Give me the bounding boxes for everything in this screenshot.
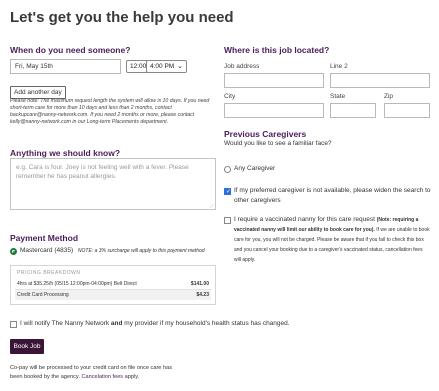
job-address-input[interactable] bbox=[224, 73, 324, 88]
request-length-note: Please note: The maximum request length … bbox=[10, 98, 220, 126]
pricing-row-label: Credit Card Processing bbox=[17, 292, 69, 298]
anything-heading: Anything we should know? bbox=[10, 148, 121, 158]
footnote-line: Co-pay will be processed to your credit … bbox=[10, 365, 172, 371]
copay-footnote: Co-pay will be processed to your credit … bbox=[10, 364, 210, 382]
pricing-row: Credit Card Processing $4.23 bbox=[15, 290, 211, 300]
caregivers-question: Would you like to see a familiar face? bbox=[224, 140, 332, 147]
notify-text: my provider if my household's health sta… bbox=[122, 320, 290, 327]
note-line: short-term care for more than 10 days an… bbox=[10, 105, 172, 111]
textarea-placeholder: remember he has peanut allergies. bbox=[16, 173, 117, 180]
widen-search-label: If my preferred caregiver is not availab… bbox=[234, 186, 434, 206]
pricing-row-label: 4hrs at $35.25/h (05/15 12:00pm-04:00pm)… bbox=[17, 281, 137, 287]
vaccinated-label: I require a vaccinated nanny for this ca… bbox=[234, 215, 436, 265]
book-job-button[interactable]: Book Job bbox=[10, 339, 44, 354]
pricing-row-value: $4.23 bbox=[196, 292, 209, 298]
note-line: backupcare@nanny-network.com. If you nee… bbox=[10, 112, 195, 118]
location-heading: Where is this job located? bbox=[224, 45, 330, 55]
end-time-select[interactable]: 4:00 PM ⌄ bbox=[146, 60, 187, 73]
caregivers-heading: Previous Caregivers bbox=[224, 129, 307, 139]
vacc-text: I require a vaccinated nanny for this ca… bbox=[234, 216, 377, 223]
widen-line: other caregivers bbox=[234, 197, 281, 204]
date-input[interactable]: Fri, May 15th bbox=[10, 59, 121, 74]
pricing-row: 4hrs at $35.25/h (05/15 12:00pm-04:00pm)… bbox=[15, 279, 211, 290]
pricing-breakdown-title: PRICING BREAKDOWN bbox=[17, 270, 81, 276]
notify-and: and bbox=[110, 320, 123, 327]
notes-textarea[interactable]: e.g. Cara is four. Joey is not feeling w… bbox=[10, 158, 216, 210]
line2-label: Line 2 bbox=[330, 63, 348, 70]
resize-handle-icon[interactable]: ⟋ bbox=[210, 204, 214, 210]
vacc-note: (Note: requiring a bbox=[376, 217, 419, 223]
vacc-text: care for you, you will not be charged. P… bbox=[234, 237, 424, 243]
state-label: State bbox=[330, 93, 346, 100]
notify-checkbox[interactable] bbox=[10, 321, 17, 328]
cancelation-fees-link[interactable]: Cancelation fees bbox=[81, 374, 123, 380]
vacc-text: and you cancel your booking due to a car… bbox=[234, 247, 423, 253]
mastercard-radio[interactable] bbox=[10, 248, 17, 255]
end-time-value: 4:00 PM bbox=[150, 63, 175, 70]
mastercard-label: Mastercard (4835) NOTE: a 3% surcharge w… bbox=[20, 246, 205, 256]
city-label: City bbox=[224, 93, 236, 100]
pricing-breakdown: PRICING BREAKDOWN 4hrs at $35.25/h (05/1… bbox=[10, 265, 216, 305]
job-address-label: Job address bbox=[224, 63, 260, 70]
card-label: Mastercard (4835) bbox=[20, 247, 74, 254]
any-caregiver-label: Any Caregiver bbox=[234, 165, 276, 172]
any-caregiver-radio[interactable] bbox=[224, 166, 231, 173]
vacc-note: vaccinated nanny will limit our ability … bbox=[234, 227, 375, 233]
vacc-text: will apply. bbox=[234, 257, 256, 263]
chevron-down-icon: ⌄ bbox=[177, 63, 183, 70]
card-surcharge-note: NOTE: a 3% surcharge will apply to this … bbox=[77, 248, 205, 254]
widen-search-checkbox[interactable] bbox=[224, 188, 231, 195]
zip-label: Zip bbox=[384, 93, 394, 100]
payment-heading: Payment Method bbox=[10, 233, 79, 243]
notify-text: I will notify The Nanny Network bbox=[20, 320, 111, 327]
footnote-line: been booked by the agency. bbox=[10, 374, 82, 380]
vacc-text: If we are unable to book bbox=[374, 227, 430, 233]
note-line: Please note: The maximum request length … bbox=[10, 98, 210, 104]
vaccinated-checkbox[interactable] bbox=[224, 217, 231, 224]
footnote-line: apply. bbox=[123, 374, 140, 380]
note-line: kelly@nanny-network.com in our Long-term… bbox=[10, 119, 169, 125]
city-input[interactable] bbox=[224, 103, 324, 118]
notify-label: I will notify The Nanny Network and my p… bbox=[20, 319, 290, 329]
pricing-row-value: $141.00 bbox=[190, 281, 209, 287]
when-heading: When do you need someone? bbox=[10, 45, 131, 55]
line2-input[interactable] bbox=[330, 73, 430, 88]
textarea-placeholder: e.g. Cara is four. Joey is not feeling w… bbox=[16, 164, 189, 171]
widen-line: If my preferred caregiver is not availab… bbox=[234, 187, 431, 194]
page-title: Let's get you the help you need bbox=[10, 9, 234, 26]
zip-input[interactable] bbox=[384, 103, 430, 118]
state-input[interactable] bbox=[330, 103, 376, 118]
